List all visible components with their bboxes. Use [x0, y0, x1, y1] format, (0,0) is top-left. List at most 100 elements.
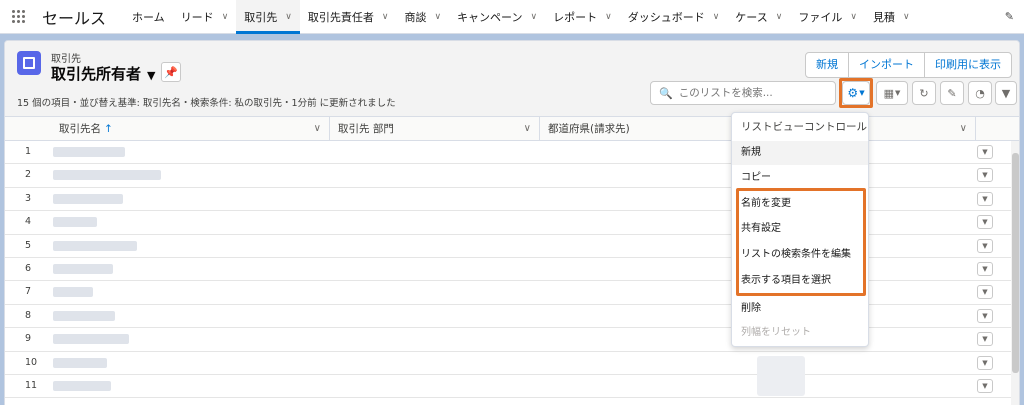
nav-tab-opportunities[interactable]: 商談 ∨: [396, 0, 449, 33]
chevron-down-icon[interactable]: ∨: [960, 117, 967, 141]
row-actions-button[interactable]: ▼: [977, 308, 993, 323]
row-actions-button[interactable]: ▼: [977, 168, 993, 183]
column-header-account-division[interactable]: 取引先 部門 ∨: [330, 117, 540, 141]
chevron-down-icon[interactable]: ∨: [776, 12, 783, 22]
chevron-down-icon[interactable]: ∨: [382, 12, 389, 22]
vertical-scrollbar[interactable]: [1011, 141, 1019, 405]
nav-tab-dashboards[interactable]: ダッシュボード ∨: [620, 0, 728, 33]
chevron-down-icon[interactable]: ∨: [314, 117, 321, 141]
account-object-icon: [17, 51, 41, 75]
list-view-selector[interactable]: 取引先所有者 ▼: [51, 63, 155, 84]
new-button[interactable]: 新規: [806, 53, 848, 77]
nav-tab-files[interactable]: ファイル ∨: [790, 0, 865, 33]
column-header-account-name[interactable]: 取引先名 ↑ ∨: [51, 117, 330, 141]
inline-edit-button[interactable]: ✎: [940, 81, 964, 105]
nav-tab-label: ファイル: [798, 10, 843, 24]
pin-list-button[interactable]: 📌: [161, 62, 181, 82]
pencil-icon: ✎: [947, 86, 957, 100]
chevron-down-icon[interactable]: ∨: [524, 117, 531, 141]
redacted-account-name[interactable]: [53, 170, 161, 181]
chevron-down-icon[interactable]: ∨: [850, 12, 857, 22]
charts-button[interactable]: ◔: [968, 81, 992, 105]
nav-tab-quotes[interactable]: 見積 ∨: [865, 0, 918, 33]
redacted-account-name[interactable]: [53, 287, 93, 298]
nav-tab-leads[interactable]: リード ∨: [173, 0, 237, 33]
redacted-account-name[interactable]: [53, 310, 115, 321]
redacted-account-name[interactable]: [53, 240, 137, 251]
refresh-button[interactable]: ↻: [912, 81, 936, 105]
chevron-down-icon[interactable]: ∨: [605, 12, 612, 22]
nav-tab-home[interactable]: ホーム: [124, 0, 173, 33]
app-launcher-button[interactable]: [0, 0, 36, 33]
row-actions-button[interactable]: ▼: [977, 332, 993, 347]
caret-down-icon: ▼: [147, 69, 156, 82]
redacted-account-name[interactable]: [53, 217, 97, 228]
filters-button[interactable]: ▼: [995, 81, 1017, 105]
display-as-table-button[interactable]: ▦ ▼: [876, 81, 908, 105]
row-number: 11: [25, 380, 38, 391]
list-status-text: 15 個の項目・並び替え基準: 取引先名・検索条件: 私の取引先・1分前 に更新…: [17, 98, 396, 109]
pie-chart-icon: ◔: [975, 86, 985, 100]
chevron-down-icon[interactable]: ∨: [531, 12, 538, 22]
menu-item-clone[interactable]: コピー: [732, 166, 868, 190]
nav-tab-label: ホーム: [132, 10, 165, 24]
redacted-cell: [757, 356, 805, 396]
redacted-account-name[interactable]: [53, 193, 123, 204]
nav-tab-reports[interactable]: レポート ∨: [545, 0, 620, 33]
app-launcher-icon: [11, 10, 25, 23]
highlight-box: [736, 188, 866, 296]
row-number: 4: [25, 216, 32, 228]
row-actions-button[interactable]: ▼: [977, 215, 993, 230]
nav-tab-label: リード: [180, 10, 214, 24]
row-actions-button[interactable]: ▼: [977, 191, 993, 206]
row-number: 2: [25, 169, 32, 181]
row-number: 6: [25, 263, 32, 274]
scrollbar-thumb[interactable]: [1012, 153, 1019, 373]
redacted-account-name[interactable]: [53, 147, 125, 157]
redacted-account-name[interactable]: [53, 357, 107, 368]
chevron-down-icon[interactable]: ∨: [434, 12, 441, 22]
nav-tab-label: 取引先責任者: [307, 10, 374, 24]
table-icon: ▦: [883, 86, 894, 100]
refresh-icon: ↻: [919, 86, 929, 100]
chevron-down-icon[interactable]: ∨: [903, 12, 910, 22]
import-button[interactable]: インポート: [848, 53, 924, 77]
pin-icon: 📌: [164, 65, 178, 79]
nav-tab-contacts[interactable]: 取引先責任者 ∨: [300, 0, 397, 33]
redacted-account-name[interactable]: [53, 334, 129, 345]
row-actions-button[interactable]: ▼: [977, 379, 993, 393]
row-actions-button[interactable]: ▼: [977, 262, 993, 276]
edit-nav-pencil-icon[interactable]: ✎: [1005, 10, 1014, 23]
menu-item-reset-column-widths: 列幅をリセット: [741, 327, 811, 338]
redacted-account-name[interactable]: [53, 381, 111, 391]
app-name: セールス: [42, 8, 107, 28]
menu-item-delete[interactable]: 削除: [732, 297, 868, 321]
table-row: 10 ▼: [5, 352, 1019, 375]
nav-tab-label: 商談: [404, 10, 427, 24]
row-actions-button[interactable]: ▼: [977, 238, 993, 253]
column-header-label: 取引先 部門: [338, 123, 394, 135]
column-header-label: 取引先名: [59, 123, 101, 135]
printable-view-button[interactable]: 印刷用に表示: [924, 53, 1011, 77]
nav-tab-label: 取引先: [244, 10, 278, 24]
row-actions-button[interactable]: ▼: [977, 285, 993, 300]
search-input[interactable]: [678, 87, 829, 99]
nav-tab-cases[interactable]: ケース ∨: [727, 0, 790, 33]
row-number: 8: [25, 309, 32, 321]
row-actions-button[interactable]: ▼: [977, 145, 993, 159]
list-view-header: 取引先 取引先所有者 ▼ 📌 新規 インポート 印刷用に表示 15 個の項目・並び…: [5, 41, 1019, 117]
chevron-down-icon[interactable]: ∨: [713, 12, 720, 22]
row-actions-button[interactable]: ▼: [977, 355, 993, 370]
nav-tab-label: ケース: [735, 10, 768, 24]
nav-tab-campaigns[interactable]: キャンペーン ∨: [449, 0, 545, 33]
table-row: 11 ▼: [5, 375, 1019, 399]
nav-tab-accounts[interactable]: 取引先 ∨: [236, 0, 300, 34]
nav-tab-label: レポート: [553, 10, 598, 24]
redacted-account-name[interactable]: [53, 264, 113, 274]
row-number: 5: [25, 239, 32, 251]
chevron-down-icon[interactable]: ∨: [285, 12, 292, 22]
column-header-label: 都道府県(請求先): [548, 123, 630, 135]
list-search-box[interactable]: 🔍: [650, 81, 836, 105]
menu-item-new[interactable]: 新規: [732, 141, 868, 165]
chevron-down-icon[interactable]: ∨: [222, 12, 229, 22]
